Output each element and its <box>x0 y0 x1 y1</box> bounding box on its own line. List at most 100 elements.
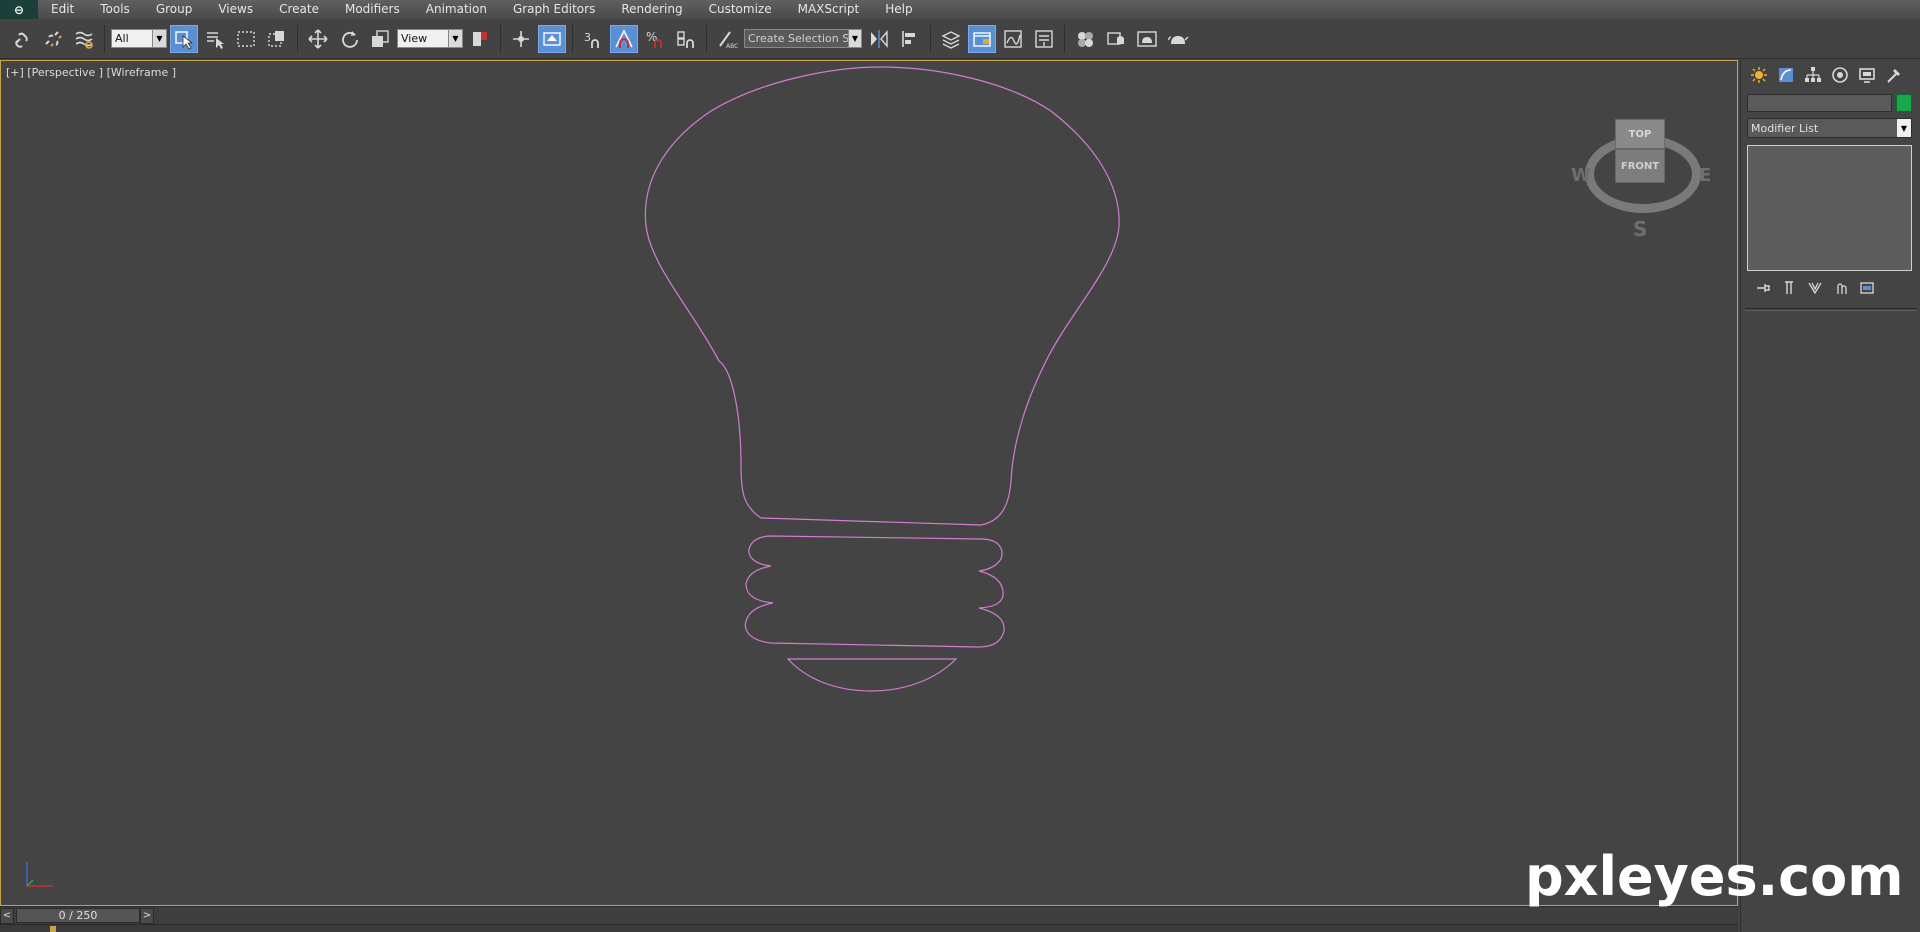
edit-named-selection-button[interactable]: ABC <box>713 25 741 53</box>
menu-customize[interactable]: Customize <box>696 0 785 19</box>
motion-icon <box>1832 67 1848 83</box>
pin-stack-icon[interactable] <box>1755 280 1771 296</box>
named-selection-dropdown[interactable]: Create Selection Se ▼ <box>744 29 862 48</box>
watermark-text: pxleyes.com <box>1525 845 1904 908</box>
menu-group[interactable]: Group <box>143 0 206 19</box>
percent-snap-icon: % <box>646 30 662 48</box>
rectangular-selection-button[interactable] <box>232 25 260 53</box>
layer-manager-button[interactable] <box>937 25 965 53</box>
menu-animation[interactable]: Animation <box>413 0 500 19</box>
space-warp-icon <box>75 31 93 49</box>
select-and-link-button[interactable] <box>8 25 36 53</box>
configure-modifier-sets-icon[interactable] <box>1859 280 1875 296</box>
chevron-down-icon: ▼ <box>448 30 462 47</box>
keyboard-shortcut-override-button[interactable] <box>538 24 566 53</box>
time-slider-track[interactable] <box>154 908 1738 924</box>
compass-west-label[interactable]: W <box>1571 165 1591 186</box>
modifier-stack[interactable] <box>1747 145 1912 271</box>
selection-filter-dropdown[interactable]: All ▼ <box>111 29 167 48</box>
menu-create[interactable]: Create <box>266 0 332 19</box>
tab-display[interactable] <box>1855 64 1879 86</box>
layers-icon <box>941 30 961 49</box>
menu-maxscript[interactable]: MAXScript <box>785 0 873 19</box>
time-slider[interactable]: < 0 / 250 > <box>0 906 1738 924</box>
spinner-snap-toggle-button[interactable] <box>672 25 700 53</box>
menu-tools[interactable]: Tools <box>87 0 143 19</box>
menu-modifiers[interactable]: Modifiers <box>332 0 413 19</box>
object-color-swatch[interactable] <box>1896 94 1912 112</box>
menu-rendering[interactable]: Rendering <box>608 0 695 19</box>
spinner-snap-icon <box>677 30 694 48</box>
viewcube-top-face[interactable]: TOP <box>1615 119 1665 149</box>
time-prev-button[interactable]: < <box>0 907 14 924</box>
select-object-button[interactable] <box>170 24 198 53</box>
bulb-glass-outline[interactable] <box>644 66 1120 526</box>
reference-coordinate-dropdown[interactable]: View ▼ <box>397 29 463 48</box>
tab-hierarchy[interactable] <box>1801 64 1825 86</box>
percent-snap-toggle-button[interactable]: % <box>641 25 669 53</box>
teapot-window-icon <box>1137 30 1157 47</box>
object-name-field[interactable] <box>1747 94 1892 112</box>
app-window: ⊖ Edit Tools Group Views Create Modifier… <box>0 0 1920 932</box>
list-cursor-icon <box>207 31 224 49</box>
select-and-scale-button[interactable] <box>366 25 394 53</box>
menu-help[interactable]: Help <box>872 0 925 19</box>
scene-explorer-button[interactable] <box>968 24 996 53</box>
menu-graph-editors[interactable]: Graph Editors <box>500 0 608 19</box>
bind-to-space-warp-button[interactable] <box>70 25 98 53</box>
snaps-toggle-button[interactable]: 3 <box>579 25 607 53</box>
use-pivot-center-button[interactable] <box>466 25 494 53</box>
schematic-view-button[interactable] <box>1030 25 1058 53</box>
align-button[interactable] <box>896 25 924 53</box>
modify-icon <box>1779 68 1793 82</box>
perspective-viewport[interactable]: [+] [Perspective ] [Wireframe ] TOP FRON… <box>0 60 1738 906</box>
render-production-button[interactable] <box>1164 25 1192 53</box>
bulb-screw-base-outline[interactable] <box>744 535 1005 648</box>
angle-snap-toggle-button[interactable] <box>610 24 638 53</box>
lightbulb-wireframe[interactable] <box>1 61 1737 905</box>
viewcube-front-face[interactable]: FRONT <box>1615 149 1665 183</box>
scale-icon <box>372 29 389 47</box>
svg-text:ABC: ABC <box>726 43 738 50</box>
material-editor-button[interactable] <box>1071 25 1099 53</box>
track-bar[interactable] <box>0 924 1738 932</box>
curve-editor-icon <box>1004 29 1022 48</box>
window-crossing-button[interactable] <box>263 25 291 53</box>
unlink-selection-button[interactable] <box>39 25 67 53</box>
tab-modify[interactable] <box>1774 64 1798 86</box>
render-setup-button[interactable] <box>1102 25 1130 53</box>
select-and-move-button[interactable] <box>304 25 332 53</box>
chevron-down-icon: ▼ <box>1897 119 1911 137</box>
hammer-icon <box>1887 69 1900 83</box>
cursor-icon <box>175 30 194 50</box>
dashed-rect-icon <box>237 30 255 47</box>
material-editor-icon <box>1078 31 1093 47</box>
compass-south-label[interactable]: S <box>1633 217 1647 241</box>
chevron-down-icon: ▼ <box>847 30 861 47</box>
menu-edit[interactable]: Edit <box>38 0 87 19</box>
time-slider-thumb[interactable]: 0 / 250 <box>16 908 140 923</box>
tab-utilities[interactable] <box>1882 64 1906 86</box>
rendered-frame-window-button[interactable] <box>1133 25 1161 53</box>
scene-explorer-icon <box>973 31 991 47</box>
tab-create[interactable] <box>1747 64 1771 86</box>
compass-east-label[interactable]: E <box>1699 165 1711 186</box>
show-end-result-icon[interactable] <box>1781 280 1797 296</box>
select-and-manipulate-button[interactable] <box>507 25 535 53</box>
select-and-rotate-button[interactable] <box>335 25 363 53</box>
align-icon <box>902 30 915 47</box>
bulb-contact-tip-outline[interactable] <box>786 658 958 692</box>
curve-editor-button[interactable] <box>999 25 1027 53</box>
display-icon <box>1859 68 1875 83</box>
menu-views[interactable]: Views <box>205 0 266 19</box>
mirror-button[interactable] <box>865 25 893 53</box>
time-next-button[interactable]: > <box>140 907 154 924</box>
viewcube[interactable]: TOP FRONT W E S <box>1571 119 1711 241</box>
application-button[interactable]: ⊖ <box>0 0 38 19</box>
select-by-name-button[interactable] <box>201 25 229 53</box>
axis-tripod-icon <box>26 862 53 887</box>
tab-motion[interactable] <box>1828 64 1852 86</box>
make-unique-icon[interactable] <box>1807 280 1823 296</box>
remove-modifier-icon[interactable] <box>1833 280 1849 296</box>
modifier-list-dropdown[interactable]: Modifier List ▼ <box>1747 118 1912 138</box>
